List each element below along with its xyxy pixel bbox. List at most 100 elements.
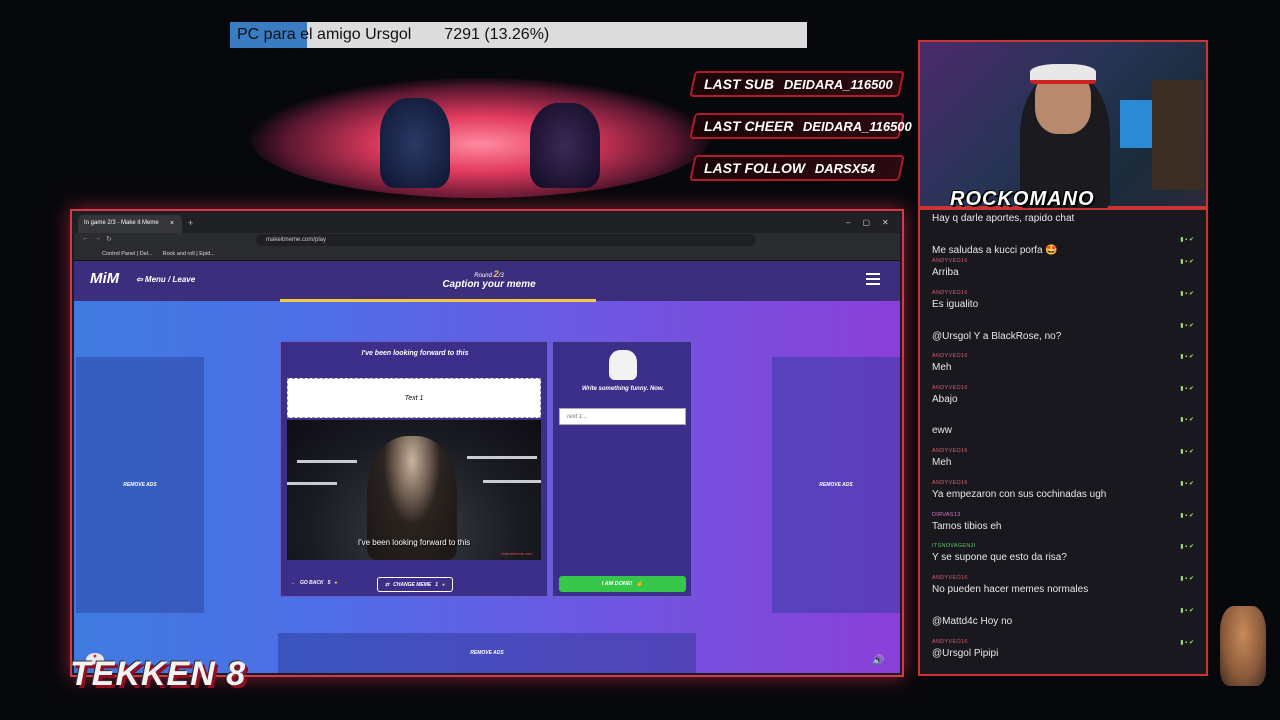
round-indicator: Round 2/3: [434, 269, 544, 279]
robot-mascot: [1220, 606, 1266, 686]
go-back-cost: 5: [327, 580, 331, 586]
remove-ads-link[interactable]: REMOVE ADS: [470, 650, 503, 656]
caption-prompt: Write something funny. Now.: [581, 386, 665, 392]
back-icon[interactable]: ←: [82, 235, 89, 242]
chat-text: eww: [932, 425, 953, 436]
chat-username[interactable]: [932, 607, 1200, 613]
chat-username[interactable]: ANDYVEO16: [932, 639, 1200, 645]
done-button[interactable]: I AM DONE! ☝: [559, 576, 686, 592]
moderation-icons[interactable]: ▮ ▪ ✔: [1180, 480, 1194, 487]
bookmark-rock-and-roll[interactable]: Rock and roll | Epid...: [163, 251, 215, 257]
chat-username[interactable]: ANDYVEO16: [932, 353, 1200, 359]
chat-message: DIRVAS13 ▮ ▪ ✔ Tamos tibios eh: [932, 512, 1200, 532]
chat-username[interactable]: [932, 416, 1200, 422]
bookmark-control-panel[interactable]: Control Panel | Del...: [102, 251, 153, 257]
streamer-name: ROCKOMANO: [950, 188, 1095, 210]
chat-username[interactable]: ANDYVEO16: [932, 258, 1200, 264]
chat-username[interactable]: [932, 236, 1200, 242]
mim-logo[interactable]: MiM: [90, 270, 119, 287]
chat-text: Meh: [932, 457, 952, 468]
chat-username[interactable]: [932, 322, 1200, 328]
chat-username[interactable]: DIRVAS13: [932, 512, 1200, 518]
caption-input[interactable]: [559, 408, 686, 425]
meme-image-caption: I've been looking forward to this: [357, 538, 471, 547]
address-bar[interactable]: makeitmeme.com/play: [256, 234, 756, 246]
close-window-button[interactable]: ✕: [882, 218, 889, 227]
go-back-button[interactable]: ← GO BACK 5 ●: [291, 580, 337, 586]
chat-text: @Mattd4c Hoy no: [932, 616, 1013, 627]
new-tab-button[interactable]: +: [188, 218, 193, 228]
ad-bottom[interactable]: REMOVE ADS: [278, 633, 696, 673]
chat-text: Me saludas a kucci porfa 🤩: [932, 245, 1058, 256]
maximize-button[interactable]: ▢: [862, 218, 870, 227]
chat-message: ANDYVEO16 ▮ ▪ ✔ Es igualito: [932, 290, 1200, 310]
last-cheer-label: LAST CHEER: [704, 118, 794, 134]
chat-username[interactable]: ANDYVEO16: [932, 480, 1200, 486]
chat-text: Hay q darle aportes, rapido chat: [932, 213, 1075, 224]
chat-text: Tamos tibios eh: [932, 521, 1002, 532]
remove-ads-link[interactable]: REMOVE ADS: [819, 482, 852, 488]
swap-icon: ⇄: [384, 581, 390, 588]
chat-message: ANDYVEO16 ▮ ▪ ✔ Meh: [932, 448, 1200, 468]
chat-message: ANDYVEO16 ▮ ▪ ✔ Abajo: [932, 385, 1200, 405]
meme-title: I've been looking forward to this: [361, 350, 469, 357]
moderation-icons[interactable]: ▮ ▪ ✔: [1180, 416, 1194, 423]
makeitmeme-page: MiM ⇦ Menu / Leave Round 2/3 Caption you…: [74, 261, 900, 673]
meme-watermark: makeitmeme.com: [501, 551, 533, 556]
moderation-icons[interactable]: ▮ ▪ ✔: [1180, 236, 1194, 243]
moderation-icons[interactable]: ▮ ▪ ✔: [1180, 448, 1194, 455]
meme-text-slot[interactable]: Text 1: [287, 378, 541, 418]
moderation-icons[interactable]: ▮ ▪ ✔: [1180, 385, 1194, 392]
background-shelf: [1152, 80, 1204, 190]
minimize-button[interactable]: –: [846, 218, 850, 227]
chat-message: ▮ ▪ ✔ Me saludas a kucci porfa 🤩: [932, 236, 1200, 256]
chat-username[interactable]: ITSNOVAGENJI: [932, 543, 1200, 549]
pointer-hand-icon: ☝: [636, 581, 644, 587]
last-follow-label: LAST FOLLOW: [704, 160, 806, 176]
moderation-icons[interactable]: ▮ ▪ ✔: [1180, 353, 1194, 360]
tab-close-icon[interactable]: ×: [170, 220, 174, 227]
moderation-icons[interactable]: ▮ ▪ ✔: [1180, 607, 1194, 614]
change-meme-cost: 1: [435, 581, 438, 588]
forward-icon[interactable]: →: [94, 235, 101, 242]
light-strip: [287, 482, 337, 485]
chat-text: Arriba: [932, 267, 959, 278]
moderation-icons[interactable]: ▮ ▪ ✔: [1180, 322, 1194, 329]
remove-ads-link[interactable]: REMOVE ADS: [123, 482, 156, 488]
player-avatar-icon: [609, 350, 637, 380]
reload-icon[interactable]: ↻: [106, 235, 112, 243]
chat-username[interactable]: ANDYVEO16: [932, 448, 1200, 454]
chat-text: Abajo: [932, 394, 958, 405]
chat-username[interactable]: ANDYVEO16: [932, 290, 1200, 296]
hamburger-menu-icon[interactable]: [866, 273, 880, 285]
ad-left[interactable]: REMOVE ADS: [76, 357, 204, 613]
moderation-icons[interactable]: ▮ ▪ ✔: [1180, 575, 1194, 582]
chat-username[interactable]: ANDYVEO16: [932, 385, 1200, 391]
chat-text: @Ursgol Pipipi: [932, 648, 999, 659]
text-slot-label: Text 1: [404, 394, 424, 402]
moderation-icons[interactable]: ▮ ▪ ✔: [1180, 210, 1194, 211]
moderation-icons[interactable]: ▮ ▪ ✔: [1180, 512, 1194, 519]
chat-message: ▮ ▪ ✔ @Mattd4c Hoy no: [932, 607, 1200, 627]
bookmarks-bar: Control Panel | Del... Rock and roll | E…: [74, 247, 900, 261]
ad-right[interactable]: REMOVE ADS: [772, 357, 900, 613]
last-follow-value: DARSX54: [815, 160, 876, 176]
speaker-icon[interactable]: 🔊: [872, 655, 884, 666]
fighter-left: [380, 98, 450, 188]
moderation-icons[interactable]: ▮ ▪ ✔: [1180, 639, 1194, 646]
moderation-icons[interactable]: ▮ ▪ ✔: [1180, 258, 1194, 265]
url-text: makeitmeme.com/play: [266, 237, 327, 243]
streamer-cap: [1030, 64, 1096, 84]
last-sub-alert: LAST SUB DEIDARA_116500: [689, 71, 905, 97]
tab-active[interactable]: In game 2/3 - Make it Meme: [78, 215, 182, 233]
chat-message: ▮ ▪ ✔ eww: [932, 416, 1200, 436]
tab-bar: In game 2/3 - Make it Meme × + – ▢ ✕: [74, 213, 900, 233]
meme-card: I've been looking forward to this Text 1…: [280, 341, 548, 597]
menu-leave-link[interactable]: ⇦ Menu / Leave: [136, 275, 195, 284]
change-meme-button[interactable]: ⇄ CHANGE MEME 1 ●: [377, 577, 453, 592]
moderation-icons[interactable]: ▮ ▪ ✔: [1180, 543, 1194, 550]
window-controls: – ▢ ✕: [846, 218, 889, 227]
moderation-icons[interactable]: ▮ ▪ ✔: [1180, 290, 1194, 297]
chat-username[interactable]: ANDYVEO16: [932, 575, 1200, 581]
page-title: Caption your meme: [442, 279, 536, 290]
